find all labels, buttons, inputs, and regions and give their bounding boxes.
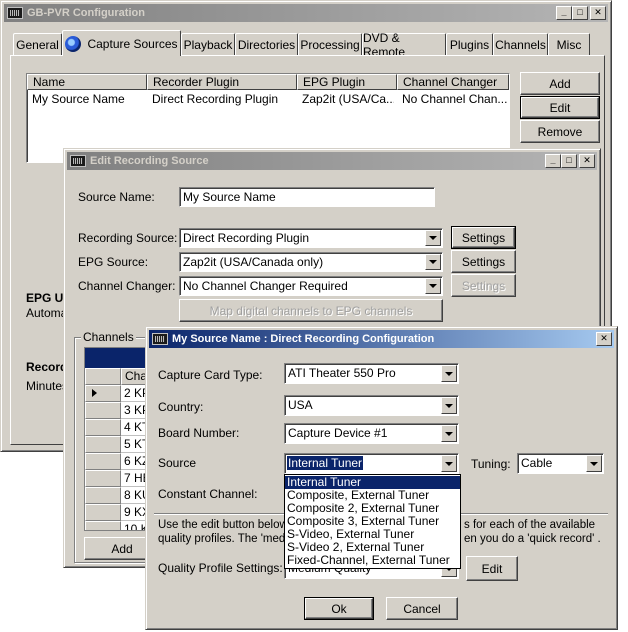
edit-title: Edit Recording Source bbox=[90, 155, 209, 167]
tab-dvd-remote[interactable]: DVD & Remote bbox=[362, 31, 446, 59]
description-line1-a: Use the edit button below bbox=[158, 519, 288, 531]
changer-settings-button[interactable]: Settings bbox=[451, 274, 516, 297]
tab-playback[interactable]: Playback bbox=[181, 33, 235, 55]
table-row[interactable]: My Source Name Direct Recording Plugin Z… bbox=[27, 91, 509, 107]
channel-changer-label: Channel Changer: bbox=[78, 279, 176, 293]
cancel-button[interactable]: Cancel bbox=[386, 597, 458, 620]
col-header-recorder[interactable]: Recorder Plugin bbox=[147, 74, 297, 90]
row-selector[interactable] bbox=[85, 521, 121, 530]
config-window: My Source Name : Direct Recording Config… bbox=[145, 326, 618, 630]
row-selector[interactable] bbox=[85, 402, 121, 419]
close-icon[interactable]: ✕ bbox=[590, 6, 606, 20]
record-text: Minutes bbox=[26, 379, 69, 393]
edit-titlebar[interactable]: Edit Recording Source _ □ ✕ bbox=[67, 152, 597, 170]
row-selector[interactable] bbox=[85, 419, 121, 436]
chevron-down-icon[interactable] bbox=[586, 455, 602, 472]
row-recorder: Direct Recording Plugin bbox=[152, 92, 279, 106]
description-line1-b: s for each of the available bbox=[464, 519, 596, 531]
ok-button[interactable]: Ok bbox=[304, 597, 374, 620]
col-header-name[interactable]: Name bbox=[27, 74, 147, 90]
chevron-down-icon[interactable] bbox=[441, 455, 457, 472]
config-titlebar[interactable]: My Source Name : Direct Recording Config… bbox=[149, 330, 614, 348]
source-name-input[interactable]: My Source Name bbox=[179, 187, 435, 207]
app-icon bbox=[152, 333, 168, 345]
close-icon[interactable]: ✕ bbox=[579, 154, 595, 168]
source-name-label: Source Name: bbox=[78, 190, 155, 204]
maximize-icon[interactable]: □ bbox=[561, 154, 577, 168]
country-label: Country: bbox=[158, 400, 204, 414]
row-selector[interactable] bbox=[85, 453, 121, 470]
tuning-select[interactable]: Cable bbox=[517, 453, 604, 474]
description-line2-b: en you do a 'quick record' . bbox=[464, 533, 601, 545]
tuning-label: Tuning: bbox=[471, 457, 511, 471]
row-selector[interactable] bbox=[85, 470, 121, 487]
tab-processing[interactable]: Processing bbox=[298, 33, 362, 55]
recording-source-select[interactable]: Direct Recording Plugin bbox=[179, 228, 443, 248]
epg-settings-button[interactable]: Settings bbox=[451, 250, 516, 273]
record-heading: Record bbox=[26, 360, 68, 374]
chevron-down-icon[interactable] bbox=[425, 230, 441, 246]
maximize-icon[interactable]: □ bbox=[572, 6, 588, 20]
tab-general[interactable]: General bbox=[13, 33, 62, 55]
app-icon bbox=[7, 7, 23, 19]
tab-directories[interactable]: Directories bbox=[235, 33, 298, 55]
capture-sources-icon bbox=[65, 35, 82, 52]
tab-channels[interactable]: Channels bbox=[493, 33, 548, 55]
current-row-arrow-icon bbox=[92, 389, 97, 397]
recording-settings-button[interactable]: Settings bbox=[451, 226, 516, 249]
description-line2-a: quality profiles. The 'mediu bbox=[158, 533, 295, 545]
minimize-icon[interactable]: _ bbox=[556, 6, 572, 20]
row-changer: No Channel Chan... bbox=[402, 92, 507, 106]
country-select[interactable]: USA bbox=[284, 395, 459, 416]
capture-card-label: Capture Card Type: bbox=[158, 368, 263, 382]
source-select[interactable]: Internal Tuner bbox=[284, 453, 459, 474]
dropdown-option[interactable]: Fixed-Channel, External Tuner bbox=[285, 554, 460, 567]
tab-plugins[interactable]: Plugins bbox=[446, 33, 493, 55]
main-titlebar[interactable]: GB-PVR Configuration _ □ ✕ bbox=[4, 4, 608, 22]
row-selector[interactable] bbox=[85, 436, 121, 453]
source-label: Source bbox=[158, 456, 197, 470]
col-header-epg[interactable]: EPG Plugin bbox=[297, 74, 397, 90]
tab-capture-sources[interactable]: Capture Sources bbox=[62, 30, 181, 56]
quality-profile-label: Quality Profile Settings: bbox=[158, 561, 283, 575]
config-title: My Source Name : Direct Recording Config… bbox=[172, 333, 435, 345]
channel-changer-select[interactable]: No Channel Changer Required bbox=[179, 276, 443, 296]
row-epg: Zap2it (USA/Ca... bbox=[302, 92, 394, 106]
add-source-button[interactable]: Add bbox=[520, 72, 600, 95]
chevron-down-icon[interactable] bbox=[425, 278, 441, 294]
row-selector[interactable] bbox=[85, 385, 121, 402]
source-dropdown-list[interactable]: Internal Tuner Composite, External Tuner C… bbox=[284, 474, 461, 569]
tab-misc[interactable]: Misc bbox=[548, 33, 590, 55]
epg-source-label: EPG Source: bbox=[78, 255, 149, 269]
constant-channel-label: Constant Channel: bbox=[158, 487, 258, 501]
row-name: My Source Name bbox=[32, 92, 125, 106]
chevron-down-icon[interactable] bbox=[441, 365, 457, 382]
epg-source-select[interactable]: Zap2it (USA/Canada only) bbox=[179, 252, 443, 272]
edit-source-button[interactable]: Edit bbox=[520, 96, 600, 119]
capture-card-select[interactable]: ATI Theater 550 Pro bbox=[284, 363, 459, 384]
chevron-down-icon[interactable] bbox=[441, 397, 457, 414]
recording-source-label: Recording Source: bbox=[78, 231, 178, 245]
row-selector[interactable] bbox=[85, 487, 121, 504]
board-number-label: Board Number: bbox=[158, 426, 240, 440]
remove-source-button[interactable]: Remove bbox=[520, 120, 600, 143]
col-header-changer[interactable]: Channel Changer bbox=[397, 74, 509, 90]
chevron-down-icon[interactable] bbox=[441, 425, 457, 442]
map-channels-button[interactable]: Map digital channels to EPG channels bbox=[179, 299, 443, 322]
edit-quality-button[interactable]: Edit bbox=[466, 556, 518, 581]
main-title: GB-PVR Configuration bbox=[27, 7, 145, 19]
app-icon bbox=[70, 155, 86, 167]
close-icon[interactable]: ✕ bbox=[596, 332, 612, 346]
board-number-select[interactable]: Capture Device #1 bbox=[284, 423, 459, 444]
chevron-down-icon[interactable] bbox=[425, 254, 441, 270]
row-selector[interactable] bbox=[85, 504, 121, 521]
minimize-icon[interactable]: _ bbox=[545, 154, 561, 168]
dropdown-items: Internal Tuner Composite, External Tuner C… bbox=[285, 476, 460, 567]
